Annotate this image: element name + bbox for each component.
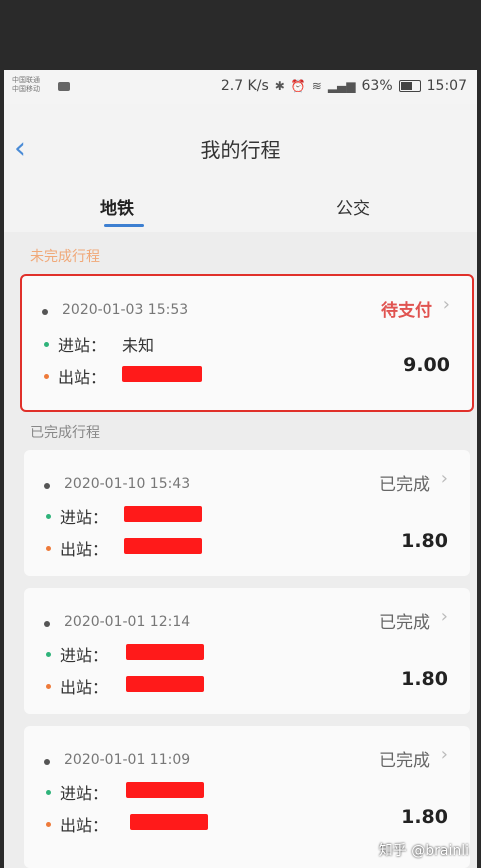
incomplete-section-label: 未完成行程	[30, 249, 100, 265]
entry-dot-icon	[46, 652, 51, 657]
redacted-entry-station	[126, 782, 204, 798]
redacted-entry-station	[124, 506, 202, 522]
trip-status: 已完成	[379, 613, 430, 633]
exit-dot-icon	[46, 546, 51, 551]
trip-status: 已完成	[379, 751, 430, 771]
entry-label: 进站：	[60, 508, 109, 527]
trip-card[interactable]: 2020-01-01 12:14 已完成 › 进站： 出站： 1.80	[24, 588, 470, 714]
clock-icon	[42, 309, 48, 315]
trip-amount: 1.80	[401, 530, 448, 552]
bluetooth-icon: ✱	[274, 79, 285, 93]
entry-label: 进站：	[58, 336, 107, 355]
carrier-line-1: 中国联通	[12, 76, 40, 84]
carrier-line-2: 中国移动	[12, 85, 40, 93]
trip-card-pending[interactable]: 2020-01-03 15:53 待支付 › 进站： 未知 出站： 9.00	[20, 274, 474, 412]
network-speed: 2.7 K/s	[220, 78, 269, 94]
exit-label: 出站：	[60, 540, 109, 559]
status-bar: 中国联通 中国移动 2.7 K/s ✱ ⏰ ≋ ▂▄▆ 63% 15:07	[4, 70, 477, 104]
redacted-exit-station	[130, 814, 208, 830]
entry-dot-icon	[44, 342, 49, 347]
entry-label: 进站：	[60, 784, 109, 803]
trip-date: 2020-01-01 11:09	[64, 752, 191, 768]
exit-label: 出站：	[58, 368, 107, 387]
chevron-right-icon: ›	[440, 468, 448, 489]
clock-icon	[44, 483, 50, 489]
chevron-right-icon: ›	[440, 606, 448, 627]
tab-metro[interactable]: 地铁	[100, 194, 134, 219]
clock-icon	[44, 759, 50, 765]
phone-screen: 中国联通 中国移动 2.7 K/s ✱ ⏰ ≋ ▂▄▆ 63% 15:07 ‹ …	[4, 70, 477, 868]
exit-dot-icon	[44, 374, 49, 379]
redacted-exit-station	[124, 538, 202, 554]
chevron-right-icon: ›	[440, 744, 448, 765]
clock-icon	[44, 621, 50, 627]
alarm-icon: ⏰	[290, 79, 306, 93]
trip-date: 2020-01-10 15:43	[64, 476, 191, 492]
trip-amount: 9.00	[403, 354, 450, 376]
hd-badge-icon	[58, 82, 70, 91]
app-header: ‹ 我的行程	[4, 104, 477, 176]
watermark: 知乎 @brainli	[378, 843, 469, 859]
redacted-entry-station	[126, 644, 204, 660]
trip-amount: 1.80	[401, 668, 448, 690]
signal-icon: ▂▄▆	[327, 79, 356, 93]
page-title: 我的行程	[200, 138, 281, 162]
chevron-right-icon: ›	[442, 294, 450, 315]
exit-dot-icon	[46, 822, 51, 827]
entry-dot-icon	[46, 514, 51, 519]
active-tab-indicator	[104, 224, 144, 227]
trip-card[interactable]: 2020-01-10 15:43 已完成 › 进站： 出站： 1.80	[24, 450, 470, 576]
clock-time: 15:07	[426, 78, 467, 94]
completed-section-label: 已完成行程	[30, 425, 100, 441]
trip-status: 已完成	[379, 475, 430, 495]
entry-dot-icon	[46, 790, 51, 795]
exit-label: 出站：	[60, 678, 109, 697]
redacted-exit-station	[126, 676, 204, 692]
carrier-info: 中国联通 中国移动	[12, 76, 40, 94]
exit-label: 出站：	[60, 816, 109, 835]
trip-amount: 1.80	[401, 806, 448, 828]
trip-status: 待支付	[381, 301, 432, 321]
tab-bus[interactable]: 公交	[336, 194, 370, 219]
battery-icon	[398, 80, 421, 92]
redacted-exit-station	[122, 366, 202, 382]
wifi-icon: ≋	[311, 79, 322, 93]
entry-station: 未知	[122, 336, 155, 355]
battery-percent: 63%	[361, 78, 393, 94]
trip-date: 2020-01-01 12:14	[64, 614, 191, 630]
entry-label: 进站：	[60, 646, 109, 665]
trip-date: 2020-01-03 15:53	[62, 302, 189, 318]
tab-bar: 地铁 公交	[4, 176, 477, 232]
exit-dot-icon	[46, 684, 51, 689]
status-right-group: 2.7 K/s ✱ ⏰ ≋ ▂▄▆ 63% 15:07	[221, 78, 467, 94]
